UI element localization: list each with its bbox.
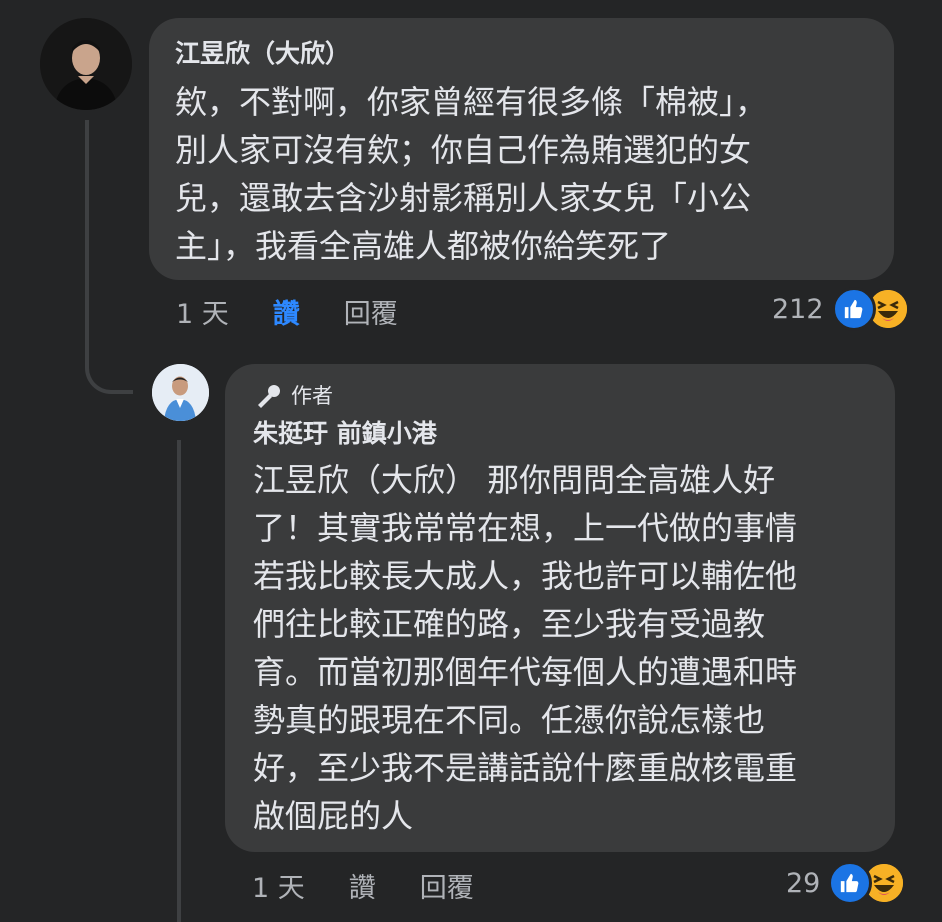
thread-connector-curve bbox=[85, 340, 133, 394]
comment-reaction-count: 212 bbox=[772, 293, 824, 325]
reply-text: 江昱欣（大欣） 那你問問全高雄人好 了！其實我常常在想，上一代做的事情 若我比較… bbox=[253, 456, 869, 840]
comment-author-name[interactable]: 江昱欣（大欣） bbox=[175, 38, 868, 70]
reply-like-button[interactable]: 讚 bbox=[349, 866, 376, 905]
comment-timestamp[interactable]: 1 天 bbox=[176, 292, 229, 331]
author-badge: 作者 bbox=[253, 382, 869, 410]
microphone-icon bbox=[258, 385, 280, 408]
comment-reactions[interactable]: 212 bbox=[772, 287, 910, 331]
comment-text-line: 欸，不對啊，你家曾經有很多條「棉被」， bbox=[175, 83, 768, 121]
comment-actions: 1 天 讚 回覆 bbox=[176, 292, 442, 331]
comment-text: 欸，不對啊，你家曾經有很多條「棉被」， 別人家可沒有欸；你自己作為賄選犯的女 兒… bbox=[175, 78, 868, 270]
reply-actions: 1 天 讚 回覆 bbox=[252, 866, 518, 905]
reply-text-line: 若我比較長大成人，我也許可以輔佐他 bbox=[253, 557, 798, 595]
commenter-avatar-image bbox=[40, 18, 132, 110]
reply-author-avatar-image bbox=[152, 364, 209, 421]
reply-author-name[interactable]: 朱挺玗 前鎮小港 bbox=[253, 418, 869, 450]
like-icon bbox=[831, 287, 876, 331]
reply-text-line: 育。而當初那個年代每個人的遭遇和時 bbox=[253, 653, 798, 691]
reply-reply-button[interactable]: 回覆 bbox=[420, 866, 474, 905]
reply-text-line: 們往比較正確的路，至少我有受過教 bbox=[253, 605, 766, 643]
comment-reply-button[interactable]: 回覆 bbox=[344, 292, 398, 331]
reply-thread-line bbox=[177, 440, 181, 922]
reply-text-line: 好，至少我不是講話說什麼重啟核電重 bbox=[253, 749, 798, 787]
reply-text-line: 勢真的跟現在不同。任憑你說怎樣也 bbox=[253, 701, 766, 739]
reply-reactions[interactable]: 29 bbox=[786, 861, 907, 905]
comment-text-line: 別人家可沒有欸；你自己作為賄選犯的女 bbox=[175, 131, 752, 169]
reply-text-line: 了！其實我常常在想，上一代做的事情 bbox=[253, 509, 798, 547]
comment-text-line: 主」，我看全高雄人都被你給笑死了 bbox=[175, 227, 672, 265]
thread-connector-vertical bbox=[85, 120, 89, 365]
reply-bubble: 作者 朱挺玗 前鎮小港 江昱欣（大欣） 那你問問全高雄人好 了！其實我常常在想，… bbox=[225, 364, 895, 852]
commenter-avatar[interactable] bbox=[40, 18, 132, 110]
comment-bubble: 江昱欣（大欣） 欸，不對啊，你家曾經有很多條「棉被」， 別人家可沒有欸；你自己作… bbox=[149, 18, 894, 280]
reply-timestamp[interactable]: 1 天 bbox=[252, 866, 305, 905]
reply-reaction-count: 29 bbox=[786, 867, 821, 899]
author-badge-label: 作者 bbox=[291, 384, 333, 408]
comment-text-line: 兒，還敢去含沙射影稱別人家女兒「小公 bbox=[175, 179, 752, 217]
reply-author-avatar[interactable] bbox=[152, 364, 209, 421]
reply-text-line: 江昱欣（大欣） 那你問問全高雄人好 bbox=[253, 461, 776, 499]
reply-text-line: 啟個屁的人 bbox=[253, 797, 414, 835]
comment-like-button[interactable]: 讚 bbox=[273, 292, 300, 331]
